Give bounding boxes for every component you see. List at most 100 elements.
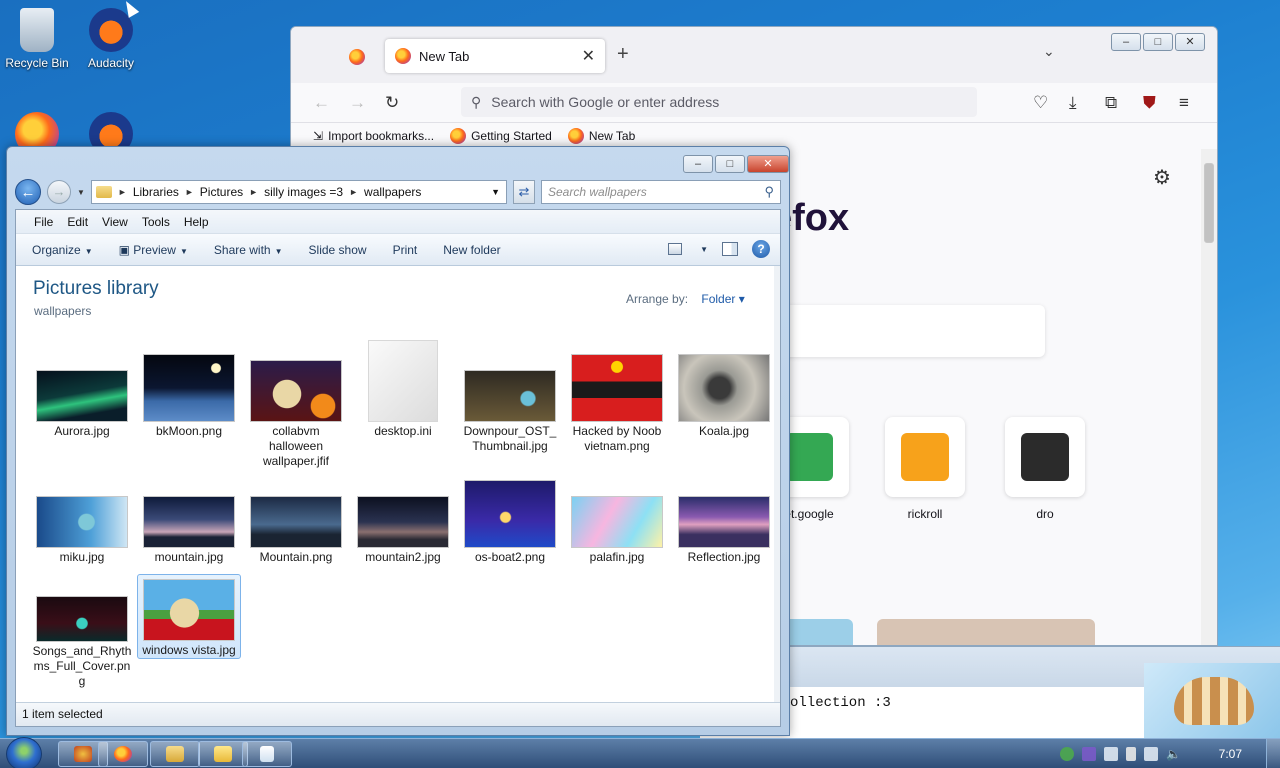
file-item[interactable]: Mountain.png (244, 480, 348, 565)
address-dropdown-icon[interactable]: ▼ (491, 187, 500, 197)
bookmark-import[interactable]: ⇲ Import bookmarks... (313, 129, 434, 143)
story-card[interactable] (781, 619, 853, 645)
file-item[interactable]: mountain2.jpg (351, 480, 455, 565)
file-item[interactable]: miku.jpg (30, 480, 134, 565)
url-bar[interactable]: ⚲ Search with Google or enter address (461, 87, 977, 117)
file-name: collabvm halloween wallpaper.jfif (262, 424, 330, 468)
downloads-icon[interactable]: ⤓ (1069, 93, 1077, 113)
file-item[interactable]: Songs_and_Rhythms_Full_Cover.png (30, 574, 134, 689)
forward-arrow-icon[interactable]: → (349, 93, 366, 113)
preview-pane-icon[interactable] (722, 242, 738, 256)
tab-list-chevron-icon[interactable]: ⌄ (1043, 43, 1055, 60)
document-icon[interactable] (1104, 747, 1118, 761)
chevron-right-icon[interactable]: ► (118, 187, 127, 197)
bookmark-getting-started[interactable]: Getting Started (450, 128, 552, 144)
shortcut-tile-dro[interactable] (1005, 417, 1085, 497)
ublock-origin-icon[interactable]: ⛊ (1143, 93, 1156, 113)
breadcrumb-silly-images[interactable]: silly images =3 (264, 185, 343, 199)
menu-tools[interactable]: Tools (142, 215, 170, 229)
start-button[interactable] (6, 737, 42, 768)
file-view-scrollbar[interactable] (774, 266, 780, 702)
maximize-button[interactable]: □ (715, 155, 745, 173)
file-item[interactable]: Aurora.jpg (30, 340, 134, 439)
print-button[interactable]: Print (393, 243, 418, 257)
chevron-down-icon[interactable]: ▼ (700, 245, 708, 254)
file-name: Koala.jpg (698, 424, 750, 438)
file-name: bkMoon.png (155, 424, 223, 438)
close-tab-icon[interactable]: ✕ (582, 46, 595, 66)
share-with-button[interactable]: Share with ▼ (214, 243, 283, 257)
minimize-button[interactable]: – (1111, 33, 1141, 51)
tab-new-tab[interactable]: New Tab ✕ (385, 39, 605, 73)
breadcrumb-wallpapers[interactable]: wallpapers (364, 185, 421, 199)
network-icon[interactable] (1144, 747, 1158, 761)
explorer-titlebar[interactable]: – □ ✕ (7, 147, 789, 179)
flag-icon[interactable] (1126, 747, 1136, 761)
arrange-dropdown[interactable]: Folder ▾ (701, 292, 744, 306)
speaker-icon[interactable]: 🔈 (1166, 747, 1181, 761)
slide-show-button[interactable]: Slide show (309, 243, 367, 257)
file-item[interactable]: desktop.ini (351, 340, 455, 439)
organize-button[interactable]: Organize ▼ (32, 243, 93, 257)
new-folder-button[interactable]: New folder (443, 243, 500, 257)
arrange-label: Arrange by: (626, 292, 689, 306)
close-button[interactable]: ✕ (747, 155, 789, 173)
image-thumbnail (36, 596, 128, 642)
pinned-tab[interactable] (343, 43, 371, 71)
shortcut-tile-rickroll[interactable] (885, 417, 965, 497)
file-item[interactable]: Hacked by Noob vietnam.png (565, 340, 669, 454)
microphone-icon[interactable] (1082, 747, 1096, 761)
new-tab-plus-icon[interactable]: + (617, 43, 629, 66)
taskbar-button-folder[interactable] (198, 741, 248, 767)
show-desktop-button[interactable] (1266, 739, 1280, 768)
breadcrumb-pictures[interactable]: Pictures (200, 185, 243, 199)
scrollbar-thumb[interactable] (1204, 163, 1214, 243)
desktop-icon-audacity[interactable]: Audacity (74, 8, 148, 70)
back-arrow-icon[interactable]: ← (313, 93, 330, 113)
chevron-right-icon[interactable]: ► (249, 187, 258, 197)
close-button[interactable]: ✕ (1175, 33, 1205, 51)
chevron-right-icon[interactable]: ► (185, 187, 194, 197)
back-button[interactable]: ← (15, 179, 41, 205)
file-item-selected[interactable]: windows vista.jpg (137, 574, 241, 659)
breadcrumb-libraries[interactable]: Libraries (133, 185, 179, 199)
bookmark-new-tab[interactable]: New Tab (567, 128, 635, 144)
clock[interactable]: 7:07 (1219, 747, 1242, 761)
taskbar-button-explorer[interactable] (150, 741, 200, 767)
file-item[interactable]: mountain.jpg (137, 480, 241, 565)
file-item[interactable]: palafin.jpg (565, 480, 669, 565)
page-scrollbar[interactable] (1201, 149, 1217, 645)
maximize-button[interactable]: □ (1143, 33, 1173, 51)
menu-view[interactable]: View (102, 215, 128, 229)
file-item[interactable]: bkMoon.png (137, 340, 241, 439)
address-bar[interactable]: ► Libraries ► Pictures ► silly images =3… (90, 180, 507, 204)
change-view-icon[interactable] (668, 243, 683, 255)
pocket-icon[interactable]: ♡ (1033, 93, 1048, 113)
menu-edit[interactable]: Edit (67, 215, 88, 229)
extensions-icon[interactable]: ⧉ (1105, 93, 1117, 113)
taskbar-button-firefox[interactable] (98, 741, 148, 767)
forward-button[interactable]: → (47, 180, 71, 204)
help-icon[interactable]: ? (752, 240, 770, 258)
menu-file[interactable]: File (34, 215, 53, 229)
tray-app-icon[interactable] (1060, 747, 1074, 761)
story-card[interactable] (877, 619, 1095, 645)
page-search-box[interactable] (781, 305, 1045, 357)
menu-help[interactable]: Help (184, 215, 209, 229)
file-item[interactable]: Reflection.jpg (672, 480, 776, 565)
file-item[interactable]: Koala.jpg (672, 340, 776, 439)
gear-icon[interactable]: ⚙ (1153, 165, 1171, 190)
desktop-icon-recycle-bin[interactable]: Recycle Bin (0, 8, 74, 70)
preview-button[interactable]: ▣ Preview ▼ (119, 243, 188, 257)
recent-pages-chevron-icon[interactable]: ▼ (77, 188, 85, 197)
file-item[interactable]: Downpour_OST_Thumbnail.jpg (458, 340, 562, 454)
minimize-button[interactable]: – (683, 155, 713, 173)
taskbar-button-notepad[interactable] (242, 741, 292, 767)
refresh-button[interactable]: ⇄ (513, 180, 535, 204)
chevron-right-icon[interactable]: ► (349, 187, 358, 197)
file-item[interactable]: collabvm halloween wallpaper.jfif (244, 340, 348, 469)
file-item[interactable]: os-boat2.png (458, 464, 562, 565)
menu-hamburger-icon[interactable]: ≡ (1179, 93, 1189, 113)
reload-icon[interactable]: ↻ (385, 93, 399, 113)
search-input[interactable]: Search wallpapers ⚲ (541, 180, 781, 204)
